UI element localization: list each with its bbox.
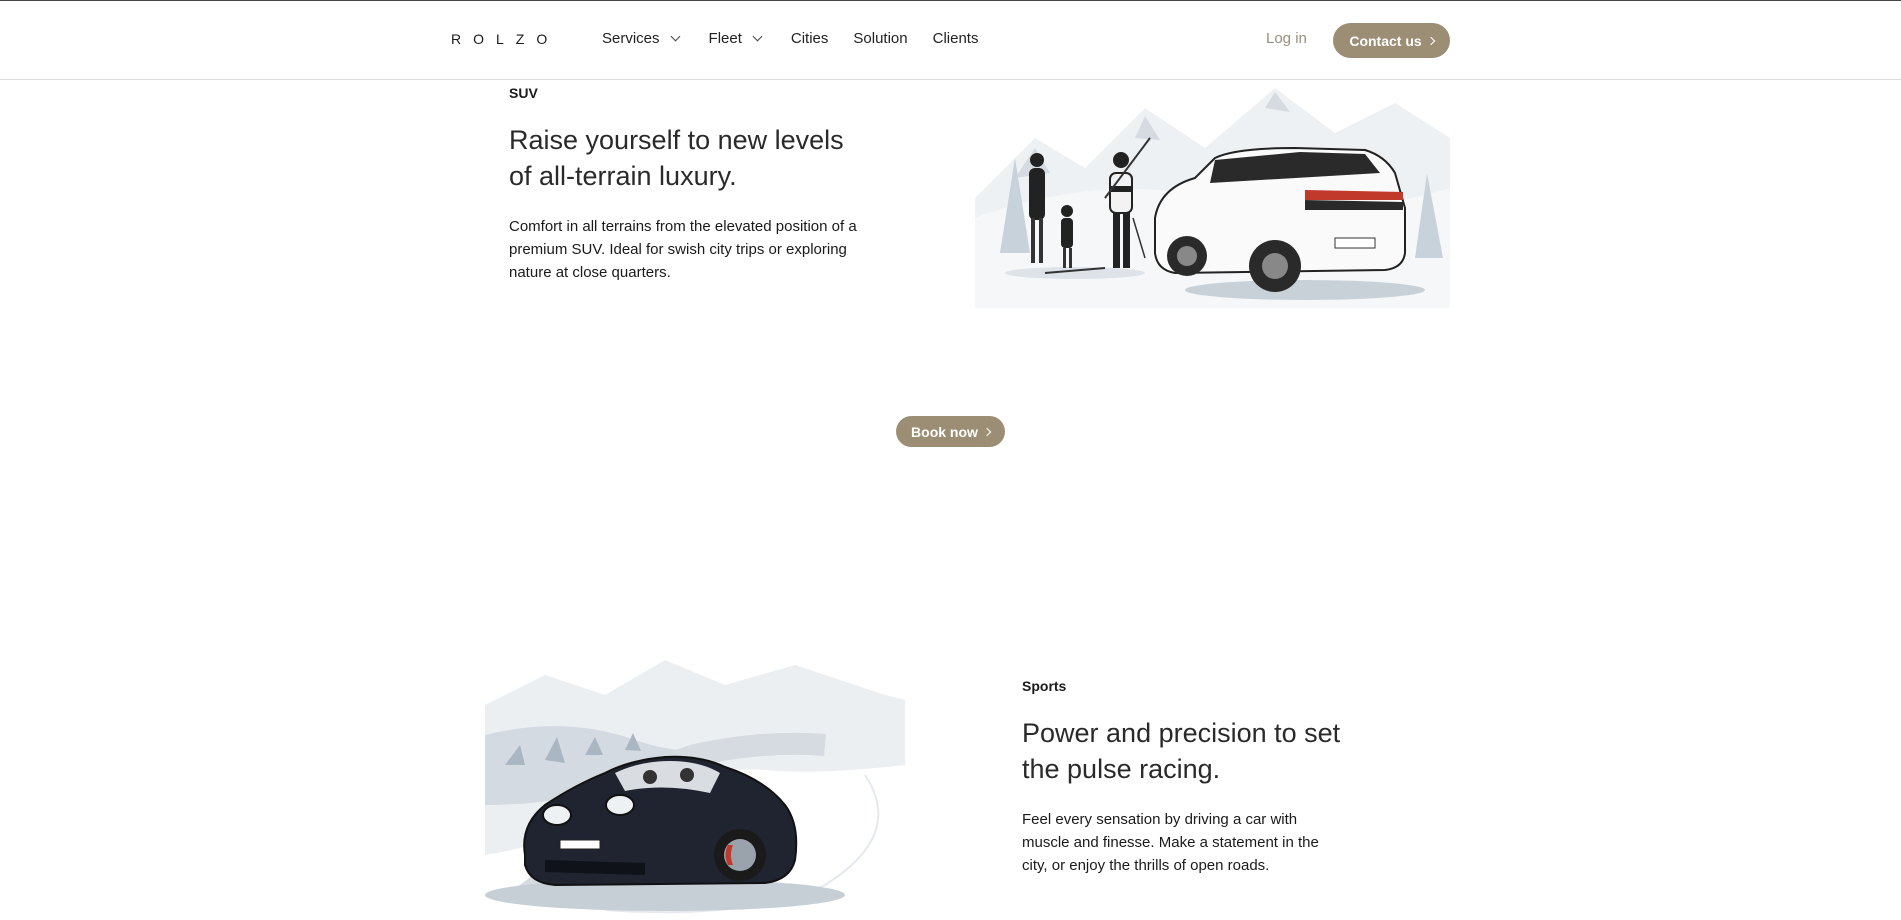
sports-car-illustration — [485, 660, 905, 914]
main-menu: Services Fleet Cities Solution Clients — [602, 30, 978, 47]
sports-category: Sports — [1022, 678, 1067, 694]
suv-description: Comfort in all terrains from the elevate… — [509, 218, 857, 281]
chevron-right-icon — [1426, 36, 1435, 45]
contact-us-button[interactable]: Contact us — [1333, 23, 1450, 58]
suv-category: SUV — [509, 85, 538, 101]
nav-item-label: Fleet — [708, 30, 742, 47]
suv-headline: Raise yourself to new levels of all-terr… — [509, 125, 844, 191]
nav-item-services[interactable]: Services — [602, 30, 680, 47]
book-now-label: Book now — [911, 423, 978, 440]
nav-item-label: Services — [602, 30, 660, 47]
top-nav: ROLZO Services Fleet Cities Solution Cli… — [0, 0, 1901, 80]
nav-item-fleet[interactable]: Fleet — [708, 30, 763, 47]
rolzo-logo[interactable]: ROLZO — [451, 31, 559, 47]
contact-us-label: Contact us — [1349, 32, 1422, 49]
nav-item-cities[interactable]: Cities — [791, 30, 829, 47]
chevron-down-icon — [670, 31, 680, 42]
book-now-button[interactable]: Book now — [896, 416, 1005, 447]
chevron-right-icon — [982, 427, 992, 436]
sports-description: Feel every sensation by driving a car wi… — [1022, 811, 1319, 874]
nav-item-label: Cities — [790, 30, 829, 47]
login-link[interactable]: Log in — [1266, 30, 1307, 47]
sports-headline: Power and precision to set the pulse rac… — [1022, 718, 1341, 784]
suv-ski-illustration — [975, 88, 1450, 308]
nav-item-clients[interactable]: Clients — [933, 30, 979, 47]
nav-item-label: Solution — [853, 30, 908, 47]
nav-item-solution[interactable]: Solution — [853, 30, 907, 47]
nav-item-label: Clients — [932, 30, 979, 47]
chevron-down-icon — [752, 31, 763, 42]
